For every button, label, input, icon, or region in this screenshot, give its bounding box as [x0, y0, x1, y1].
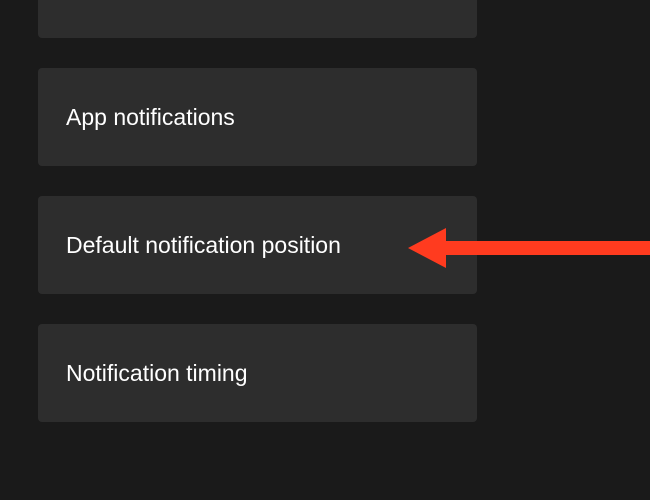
- menu-item-label: Default notification position: [66, 232, 341, 259]
- menu-item-app-notifications[interactable]: App notifications: [38, 68, 477, 166]
- menu-item-notification-timing[interactable]: Notification timing: [38, 324, 477, 422]
- menu-item-default-notification-position[interactable]: Default notification position: [38, 196, 477, 294]
- menu-item-label: Xbox notifications: [66, 0, 246, 3]
- settings-panel: Xbox notifications App notifications Def…: [0, 0, 650, 440]
- menu-item-xbox-notifications[interactable]: Xbox notifications: [38, 0, 477, 38]
- menu-list: Xbox notifications App notifications Def…: [0, 0, 515, 422]
- menu-item-label: Notification timing: [66, 360, 248, 387]
- menu-item-label: App notifications: [66, 104, 235, 131]
